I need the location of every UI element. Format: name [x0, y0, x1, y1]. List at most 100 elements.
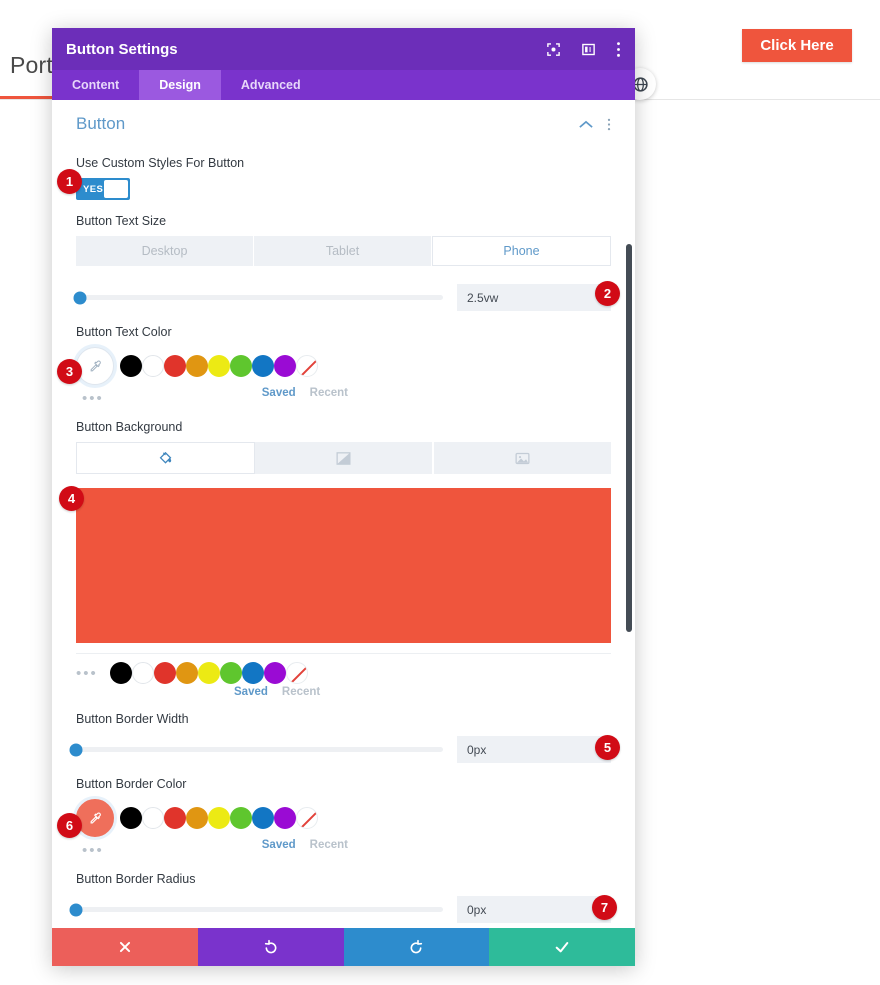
swatch-red[interactable]	[164, 355, 186, 377]
button-text-color-label: Button Text Color	[76, 325, 172, 339]
background-type-image[interactable]	[434, 442, 611, 474]
modal-action-bar	[52, 928, 635, 966]
save-button[interactable]	[489, 928, 635, 966]
swatch-black[interactable]	[120, 355, 142, 377]
swatch-purple[interactable]	[274, 807, 296, 829]
modal-header-icons	[546, 41, 621, 58]
swatch-white[interactable]	[142, 355, 164, 377]
swatch-orange[interactable]	[176, 662, 198, 684]
border-color-recent-tab[interactable]: Recent	[310, 839, 348, 851]
background-divider	[76, 653, 611, 654]
border-width-slider-row	[69, 736, 611, 763]
text-size-slider[interactable]	[73, 291, 443, 304]
text-color-saved-tab[interactable]: Saved	[262, 387, 296, 399]
swatch-none[interactable]	[296, 807, 318, 829]
swatch-blue[interactable]	[252, 355, 274, 377]
section-header-icons	[579, 117, 611, 132]
text-size-slider-row	[73, 284, 611, 311]
modal-scrollbar[interactable]	[626, 244, 632, 632]
section-header-button: Button	[76, 100, 611, 142]
button-border-radius-label: Button Border Radius	[76, 872, 196, 886]
swatch-purple[interactable]	[274, 355, 296, 377]
focus-target-icon[interactable]	[546, 42, 561, 57]
swatch-orange[interactable]	[186, 807, 208, 829]
chevron-up-icon[interactable]	[579, 120, 593, 129]
undo-button[interactable]	[197, 928, 344, 966]
background-color-preview[interactable]	[76, 488, 611, 643]
border-color-saved-tab[interactable]: Saved	[262, 839, 296, 851]
tab-design[interactable]: Design	[139, 70, 221, 100]
swatch-white[interactable]	[132, 662, 154, 684]
border-radius-slider-knob[interactable]	[69, 903, 83, 916]
redo-icon	[410, 939, 423, 954]
button-settings-modal: Button Settings Content Design Advanced …	[52, 28, 635, 966]
gradient-icon	[336, 451, 351, 465]
swatch-blue[interactable]	[242, 662, 264, 684]
swatch-white[interactable]	[142, 807, 164, 829]
text-color-recent-tab[interactable]: Recent	[310, 387, 348, 399]
text-color-eyedropper-icon[interactable]	[76, 347, 114, 385]
button-text-size-label: Button Text Size	[76, 214, 167, 228]
text-color-saved-recent-tabs: Saved Recent	[262, 387, 348, 399]
layout-columns-icon[interactable]	[581, 42, 596, 57]
click-here-label: Click Here	[760, 37, 834, 54]
background-more-horizontal-icon[interactable]: •••	[76, 666, 110, 681]
tab-advanced[interactable]: Advanced	[221, 70, 321, 100]
device-tab-phone[interactable]: Phone	[432, 236, 611, 266]
border-width-slider-knob[interactable]	[69, 743, 83, 756]
text-size-slider-knob[interactable]	[73, 291, 87, 304]
section-title: Button	[76, 114, 126, 133]
swatch-yellow[interactable]	[198, 662, 220, 684]
toggle-knob	[104, 180, 128, 198]
swatch-black[interactable]	[120, 807, 142, 829]
border-width-slider[interactable]	[69, 743, 443, 756]
callout-badge-1: 1	[57, 169, 82, 194]
swatch-red[interactable]	[164, 807, 186, 829]
swatch-blue[interactable]	[252, 807, 274, 829]
border-radius-input[interactable]	[457, 896, 611, 923]
more-vertical-icon[interactable]	[616, 41, 621, 58]
background-saved-recent-tabs: Saved Recent	[234, 686, 320, 698]
tab-advanced-label: Advanced	[240, 78, 301, 92]
swatch-none[interactable]	[286, 662, 308, 684]
callout-badge-7: 7	[592, 895, 617, 920]
custom-styles-toggle[interactable]: YES	[76, 178, 130, 200]
text-size-input[interactable]	[457, 284, 611, 311]
background-type-gradient[interactable]	[255, 442, 434, 474]
swatch-purple[interactable]	[264, 662, 286, 684]
more-vertical-icon[interactable]	[607, 117, 611, 132]
swatch-none[interactable]	[296, 355, 318, 377]
click-here-button[interactable]: Click Here	[742, 29, 852, 62]
border-color-more-horizontal-icon[interactable]: •••	[82, 843, 104, 858]
callout-badge-4: 4	[59, 486, 84, 511]
background-type-fill-color[interactable]	[76, 442, 255, 474]
border-color-swatch-row	[76, 799, 611, 837]
text-color-swatch-row	[76, 347, 611, 385]
device-tab-desktop-label: Desktop	[141, 244, 188, 258]
swatch-green[interactable]	[230, 807, 252, 829]
redo-button[interactable]	[343, 928, 490, 966]
callout-badge-5: 5	[595, 735, 620, 760]
border-color-eyedropper-icon[interactable]	[76, 799, 114, 837]
swatch-red[interactable]	[154, 662, 176, 684]
undo-icon	[264, 939, 277, 954]
modal-body: Button Use Custom Styles For Button YES …	[52, 100, 635, 928]
device-tab-tablet[interactable]: Tablet	[254, 236, 432, 266]
swatch-yellow[interactable]	[208, 355, 230, 377]
swatch-orange[interactable]	[186, 355, 208, 377]
border-radius-slider[interactable]	[69, 903, 443, 916]
border-width-input[interactable]	[457, 736, 611, 763]
swatch-yellow[interactable]	[208, 807, 230, 829]
border-color-saved-recent-tabs: Saved Recent	[262, 839, 348, 851]
background-saved-tab[interactable]: Saved	[234, 686, 268, 698]
swatch-green[interactable]	[220, 662, 242, 684]
cancel-button[interactable]	[52, 928, 198, 966]
device-tab-desktop[interactable]: Desktop	[76, 236, 254, 266]
custom-styles-label: Use Custom Styles For Button	[76, 156, 245, 170]
swatch-green[interactable]	[230, 355, 252, 377]
swatch-black[interactable]	[110, 662, 132, 684]
device-tab-phone-label: Phone	[503, 244, 540, 258]
tab-content[interactable]: Content	[52, 70, 139, 100]
background-recent-tab[interactable]: Recent	[282, 686, 320, 698]
text-color-more-horizontal-icon[interactable]: •••	[82, 391, 104, 406]
